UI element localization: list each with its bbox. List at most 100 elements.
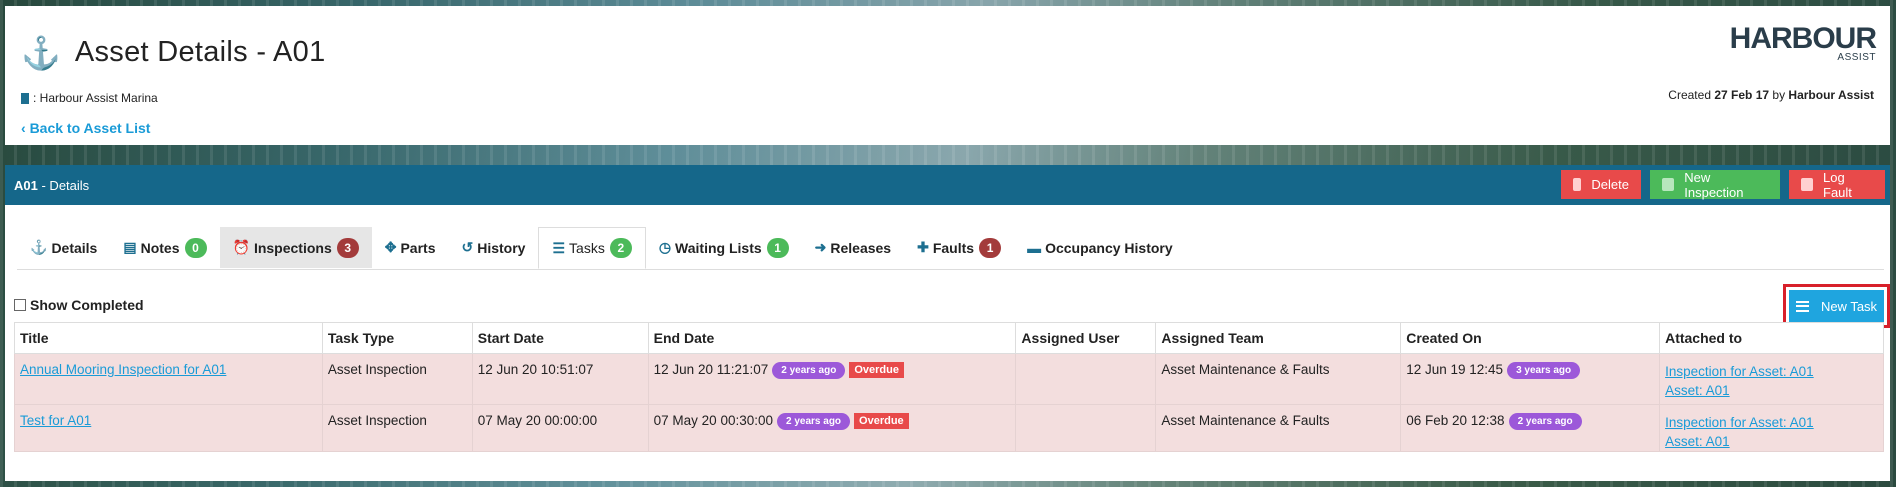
tab-label: History [477,239,526,256]
count-badge: 1 [766,237,789,258]
column-header[interactable]: Title [14,322,323,354]
page-title-text: Asset Details - A01 [74,36,326,68]
bed-icon: ▬ [1027,239,1042,256]
column-header[interactable]: End Date [647,322,1017,354]
task-title-link[interactable]: Test for A01 [20,413,91,428]
tab-label: Parts [400,239,436,256]
tab-label: Releases [830,239,892,256]
created-date: 27 Feb 17 [1714,88,1770,102]
column-header[interactable]: Start Date [471,322,649,354]
relative-time-badge: 2 years ago [1508,413,1582,430]
new-inspection-label: New Inspection [1684,169,1744,200]
column-header[interactable]: Assigned Team [1155,322,1402,354]
history-icon: ↺ [461,239,474,255]
tab-label: Inspections [253,239,332,256]
asset-id: A01 [14,178,38,193]
created-on-text: 12 Jun 19 12:45 [1406,362,1504,377]
alarm-clock-icon: ⏰ [232,239,250,255]
task-type-cell: Asset Inspection [321,353,473,405]
end-date-cell: 12 Jun 20 11:21:07 2 years ago Overdue [647,353,1017,405]
created-by-word: by [1772,88,1786,102]
anchor-icon: ⚓ [21,34,61,71]
count-badge: 2 [609,238,632,258]
log-fault-label: Log Fault [1823,169,1852,200]
end-date-text: 07 May 20 00:30:00 [653,413,773,428]
start-date-cell: 07 May 20 00:00:00 [471,404,649,452]
tasks-icon: ☰ [552,239,566,256]
end-date-cell: 07 May 20 00:30:00 2 years ago Overdue [647,404,1017,452]
title-cell: Test for A01 [14,404,323,452]
attached-to-cell: Inspection for Asset: A01 Asset: A01 [1659,404,1884,452]
new-inspection-button[interactable]: New Inspection [1650,169,1780,200]
back-to-asset-list-link[interactable]: ‹ Back to Asset List [21,120,150,136]
attached-asset-link[interactable]: Asset: A01 [1665,381,1878,400]
new-task-button[interactable]: New Task [1789,290,1884,322]
created-by: Harbour Assist [1788,88,1874,102]
end-date-text: 12 Jun 20 11:21:07 [653,362,769,377]
tab-inspections[interactable]: ⏰ Inspections 3 [219,227,372,268]
tab-releases[interactable]: ➜ Releases [802,227,904,268]
column-header[interactable]: Assigned User [1015,322,1157,354]
tab-label: Waiting Lists [675,239,762,256]
panel-header: A01 - Details Delete New Inspection Log … [5,165,1890,205]
created-info: Created 27 Feb 17 by Harbour Assist [1668,88,1874,102]
title-cell: Annual Mooring Inspection for A01 [14,353,323,405]
building-icon [21,92,29,104]
tab-waiting-lists[interactable]: ◷ Waiting Lists 1 [646,227,802,268]
show-completed-label: Show Completed [30,297,144,313]
count-badge: 1 [979,237,1002,258]
table-header-row: Title Task Type Start Date End Date Assi… [14,322,1884,354]
tab-history[interactable]: ↺ History [449,227,539,268]
clock-icon: ◷ [658,239,672,255]
start-date-cell: 12 Jun 20 10:51:07 [471,353,649,405]
file-icon: ▤ [123,239,137,255]
tab-label: Occupancy History [1045,239,1173,256]
tab-parts[interactable]: ✥ Parts [372,227,449,268]
anchor-icon: ⚓ [30,239,48,255]
count-badge: 3 [336,237,359,258]
tab-details[interactable]: ⚓ Details [17,227,110,268]
tab-faults[interactable]: ✚ Faults 1 [904,227,1014,268]
task-type-cell: Asset Inspection [321,404,473,452]
table-row: Annual Mooring Inspection for A01 Asset … [14,353,1884,405]
show-completed-toggle[interactable]: Show Completed [14,297,144,313]
chevron-left-icon: ‹ [21,120,30,136]
new-task-label: New Task [1820,298,1878,314]
show-completed-checkbox[interactable] [14,299,26,311]
created-on-cell: 12 Jun 19 12:45 3 years ago [1400,353,1661,405]
puzzle-icon: ✥ [384,239,397,255]
delete-label: Delete [1591,177,1629,192]
created-on-text: 06 Feb 20 12:38 [1406,413,1505,428]
tab-label: Faults [932,239,975,256]
tasks-table: Title Task Type Start Date End Date Assi… [14,322,1884,452]
details-panel: A01 - Details Delete New Inspection Log … [5,165,1890,481]
log-fault-button[interactable]: Log Fault [1789,169,1885,200]
tab-occupancy-history[interactable]: ▬ Occupancy History [1014,227,1186,268]
relative-time-badge: 2 years ago [777,413,851,430]
assigned-user-cell [1015,404,1157,452]
marina-name: : Harbour Assist Marina [33,91,158,105]
sign-out-icon: ➜ [814,239,827,255]
assigned-user-cell [1015,353,1157,405]
panel-title-suffix: - Details [41,178,90,193]
delete-button[interactable]: Delete [1561,170,1641,199]
column-header[interactable]: Created On [1400,322,1661,354]
tasks-icon [1795,300,1809,312]
attached-inspection-link[interactable]: Inspection for Asset: A01 [1665,362,1878,381]
tab-notes[interactable]: ▤ Notes 0 [110,227,219,268]
attached-asset-link[interactable]: Asset: A01 [1665,432,1878,451]
column-header[interactable]: Task Type [321,322,473,354]
created-on-cell: 06 Feb 20 12:38 2 years ago [1400,404,1661,452]
overdue-badge: Overdue [849,362,904,378]
tab-label: Details [51,239,98,256]
task-title-link[interactable]: Annual Mooring Inspection for A01 [20,362,226,377]
attached-inspection-link[interactable]: Inspection for Asset: A01 [1665,413,1878,432]
panel-title: A01 - Details [14,178,89,193]
relative-time-badge: 2 years ago [772,362,846,379]
logo-text: HARBOUR [1729,22,1877,55]
assigned-team-cell: Asset Maintenance & Faults [1155,353,1402,405]
column-header[interactable]: Attached to [1659,322,1884,354]
header-card: ⚓ Asset Details - A01 : Harbour Assist M… [5,6,1890,145]
tab-tasks[interactable]: ☰ Tasks 2 [538,227,646,269]
alarm-clock-icon [1662,178,1675,191]
